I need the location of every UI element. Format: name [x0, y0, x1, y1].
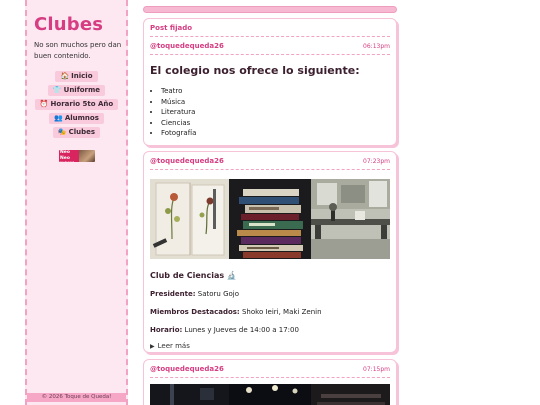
sidebar-nav: 🏠 Inicio 👕 Uniforme ⏰ Horario 5to Año 👥 Alum… [27, 71, 126, 141]
neo-now-badge[interactable]: Neo Neo NOW! [59, 150, 95, 162]
photo-stage-lights[interactable] [229, 384, 311, 405]
photo-strip [150, 384, 390, 405]
nav-item-alumnos[interactable]: 👥 Alumnos [49, 113, 104, 124]
photo-pressed-flowers[interactable] [150, 179, 230, 259]
club-title: Club de Ciencias 🔬 [150, 271, 237, 280]
photo-stage[interactable] [150, 384, 230, 405]
photo-science-lab[interactable] [310, 179, 390, 259]
badge-text: Neo Neo NOW! [59, 150, 79, 162]
badge-image [79, 150, 95, 162]
post-time: 06:13pm [363, 42, 390, 50]
members-value: Shoko Ieiri, Maki Zenin [241, 308, 322, 316]
photo-auditorium[interactable] [310, 384, 390, 405]
nav-item-uniforme[interactable]: 👕 Uniforme [47, 85, 106, 96]
post-username[interactable]: @toquedequeda26 [150, 157, 224, 165]
club-post: @toquedequeda26 07:23pm Club de Ciencias… [143, 151, 397, 353]
club-post: @toquedequeda26 07:15pm [143, 359, 397, 405]
post-time: 07:23pm [363, 157, 390, 165]
list-item: Música [161, 97, 390, 108]
schedule-value: Lunes y Jueves de 14:00 a 17:00 [184, 326, 299, 334]
top-bar [143, 6, 397, 13]
list-item: Fotografía [161, 128, 390, 139]
read-more-toggle[interactable]: ▶ Leer más [150, 342, 390, 350]
schedule-label: Horario: [150, 326, 183, 334]
list-item: Ciencias [161, 118, 390, 129]
post-meta: @toquedequeda26 07:15pm [150, 360, 390, 378]
nav-item-inicio[interactable]: 🏠 Inicio [55, 71, 98, 82]
post-heading: El colegio nos ofrece lo siguiente: [150, 64, 360, 77]
post-username[interactable]: @toquedequeda26 [150, 365, 224, 373]
people-icon: 👥 [54, 114, 63, 122]
pinned-label: Post fijado [150, 19, 390, 37]
sidebar-description: No son muchos pero dan buen contenido. [34, 41, 122, 60]
post-meta: @toquedequeda26 07:23pm [150, 152, 390, 170]
pinned-post: Post fijado @toquedequeda26 06:13pm El c… [143, 18, 397, 146]
nav-item-horario[interactable]: ⏰ Horario 5to Año [34, 99, 119, 110]
triangle-right-icon: ▶ [150, 343, 155, 350]
post-username[interactable]: @toquedequeda26 [150, 42, 224, 50]
post-time: 07:15pm [363, 365, 390, 373]
president-label: Presidente: [150, 290, 196, 298]
post-meta: @toquedequeda26 06:13pm [150, 37, 390, 55]
photo-science-books[interactable] [229, 179, 311, 259]
members-label: Miembros Destacados: [150, 308, 240, 316]
nav-item-label: Alumnos [64, 114, 99, 122]
sidebar: Clubes No son muchos pero dan buen conte… [25, 0, 128, 405]
sidebar-title: Clubes [34, 14, 104, 35]
theater-masks-icon: 🎭 [57, 128, 67, 136]
home-icon: 🏠 [60, 72, 70, 80]
sidebar-footer: © 2026 Toque de Queda! [27, 393, 126, 402]
shirt-icon: 👕 [52, 86, 62, 94]
list-item: Literatura [161, 107, 390, 118]
members-row: Miembros Destacados: Shoko Ieiri, Maki Z… [150, 308, 390, 316]
nav-item-label: Uniforme [63, 86, 101, 94]
club-list: Teatro Música Literatura Ciencias Fotogr… [150, 86, 390, 139]
nav-item-label: Clubes [68, 128, 96, 136]
alarm-clock-icon: ⏰ [39, 100, 49, 108]
president-value: Satoru Gojo [197, 290, 239, 298]
nav-item-label: Inicio [71, 72, 93, 80]
read-more-label: Leer más [157, 342, 190, 350]
schedule-row: Horario: Lunes y Jueves de 14:00 a 17:00 [150, 326, 390, 334]
list-item: Teatro [161, 86, 390, 97]
nav-item-clubes[interactable]: 🎭 Clubes [52, 127, 101, 138]
president-row: Presidente: Satoru Gojo [150, 290, 390, 298]
photo-strip [150, 179, 390, 259]
nav-item-label: Horario 5to Año [50, 100, 114, 108]
